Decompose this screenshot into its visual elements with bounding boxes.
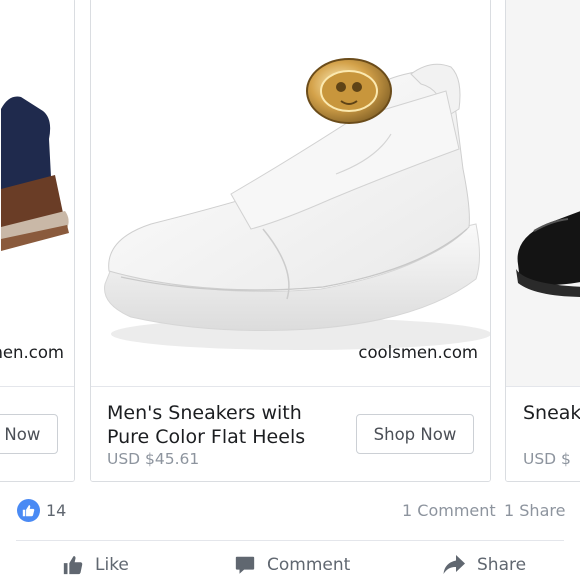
product-title[interactable]: Sneakers Men Leather [523,401,580,425]
shop-now-button[interactable]: Shop Now [0,414,58,454]
product-price: USD $ [523,450,571,468]
thumbs-up-icon [63,556,83,575]
reaction-count[interactable]: 14 [46,501,66,520]
shop-now-button[interactable]: Shop Now [356,414,474,454]
product-card-previous[interactable]: coolsmen.com Shop Now [0,0,75,482]
product-title[interactable]: Men's Sneakers with Pure Color Flat Heel… [107,401,347,449]
action-bar: Like Comment Share [0,545,580,580]
share-button[interactable]: Share [442,551,526,579]
product-image[interactable] [506,0,580,387]
comment-label: Comment [267,555,351,575]
engagement-stats: 14 1 Comment 1 Share [0,485,580,537]
white-sneaker-image [104,58,490,350]
card-footer: Sneakers Men Leather USD $ [506,388,580,481]
divider [16,540,564,541]
thumbs-up-icon[interactable] [17,499,40,522]
black-shoe-image [516,211,580,297]
dark-boot-image [1,96,69,251]
comment-button[interactable]: Comment [234,551,350,579]
share-label: Share [477,555,527,575]
product-image[interactable]: coolsmen.com [91,0,490,387]
card-footer: Men's Sneakers with Pure Color Flat Heel… [91,388,490,481]
product-image[interactable]: coolsmen.com [0,0,74,387]
card-footer: Shop Now [0,388,74,481]
like-label: Like [95,555,129,575]
gold-medallion-icon [306,58,392,124]
share-arrow-icon [443,555,465,574]
share-count[interactable]: 1 Share [504,501,565,520]
watermark: coolsmen.com [358,343,478,362]
product-price: USD $45.61 [107,450,200,468]
product-card-next[interactable]: Sneakers Men Leather USD $ [505,0,580,482]
watermark: coolsmen.com [0,343,64,362]
product-card-main[interactable]: coolsmen.com Men's Sneakers with Pure Co… [90,0,491,482]
comment-bubble-icon [235,556,255,574]
comment-count[interactable]: 1 Comment [402,501,496,520]
like-button[interactable]: Like [62,551,129,579]
product-carousel[interactable]: coolsmen.com Shop Now [0,0,580,485]
